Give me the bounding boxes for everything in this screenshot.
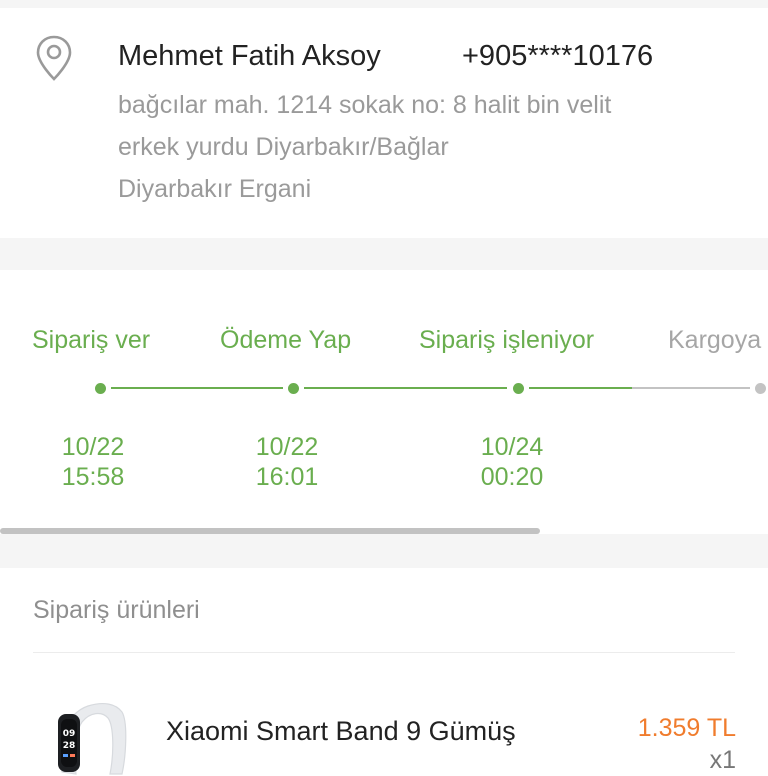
section-gap [0, 238, 768, 270]
step-clock: 15:58 [61, 463, 125, 491]
divider [33, 652, 735, 653]
step-time-payment: 10/22 16:01 [227, 432, 347, 492]
step-time-processing: 10/24 00:20 [452, 432, 572, 492]
progress-line-pending [632, 387, 750, 389]
step-date: 10/24 [480, 433, 544, 461]
section-gap [0, 534, 768, 568]
progress-line [529, 387, 632, 389]
progress-line [304, 387, 507, 389]
step-label-shipping: Kargoya [668, 326, 762, 354]
product-name[interactable]: Xiaomi Smart Band 9 Gümüş [166, 716, 516, 747]
product-price: 1.359 TL [637, 714, 736, 742]
address-line: Diyarbakır Ergani [118, 175, 312, 203]
address-card[interactable]: Mehmet Fatih Aksoy +905****10176 bağcıla… [0, 0, 768, 238]
product-quantity: x1 [709, 746, 736, 774]
address-text: bağcılar mah. 1214 sokak no: 8 halit bin… [118, 84, 718, 210]
step-time-order: 10/22 15:58 [33, 432, 153, 492]
step-dot-processing [513, 383, 524, 394]
order-progress[interactable]: Sipariş ver Ödeme Yap Sipariş işleniyor … [0, 270, 768, 534]
address-line: bağcılar mah. 1214 sokak no: 8 halit bin… [118, 91, 612, 119]
progress-line [111, 387, 283, 389]
address-line: erkek yurdu Diyarbakır/Bağlar [118, 133, 449, 161]
thumb-time-top: 09 [63, 729, 76, 739]
step-clock: 16:01 [255, 463, 319, 491]
order-products: Sipariş ürünleri 09 28 Xiaomi Smart Band… [0, 568, 768, 775]
step-dot-shipping [755, 383, 766, 394]
recipient-name: Mehmet Fatih Aksoy [118, 40, 381, 72]
products-section-title: Sipariş ürünleri [33, 596, 200, 624]
top-divider [0, 0, 768, 8]
step-dot-order [95, 383, 106, 394]
step-date: 10/22 [61, 433, 125, 461]
recipient-phone: +905****10176 [462, 40, 654, 72]
step-clock: 00:20 [480, 463, 544, 491]
thumb-time-bottom: 28 [63, 741, 76, 751]
step-label-processing: Sipariş işleniyor [419, 326, 595, 354]
step-dot-payment [288, 383, 299, 394]
step-label-payment: Ödeme Yap [220, 326, 352, 354]
location-pin-icon [36, 35, 72, 81]
product-thumbnail[interactable]: 09 28 [48, 696, 132, 776]
step-date: 10/22 [255, 433, 319, 461]
step-label-order: Sipariş ver [32, 326, 151, 354]
